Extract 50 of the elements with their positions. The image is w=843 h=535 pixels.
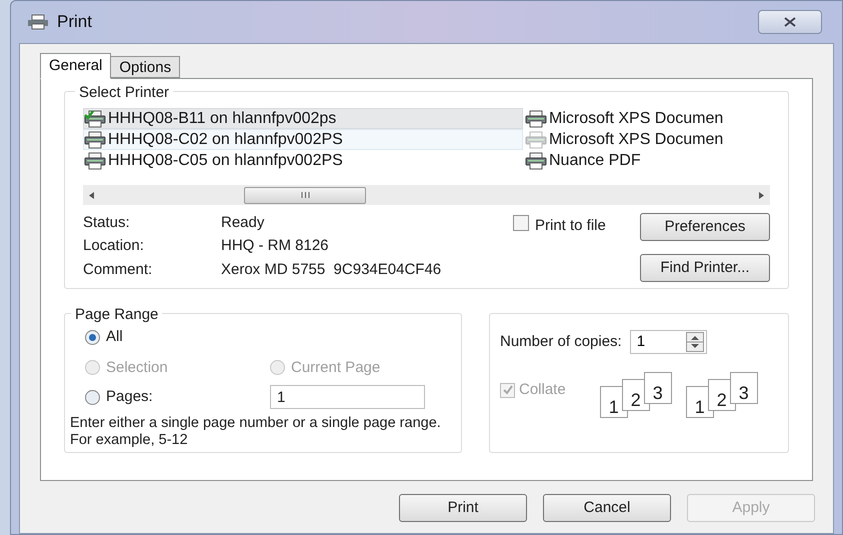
scroll-right-icon: [759, 192, 764, 198]
dialog-button[interactable]: Cancel: [543, 494, 671, 522]
printer-item[interactable]: Nuance PDF: [524, 150, 732, 171]
default-printer-icon: [84, 110, 106, 128]
close-button[interactable]: [758, 10, 822, 34]
horizontal-scrollbar[interactable]: [83, 185, 770, 205]
printer-icon: [525, 110, 547, 128]
dialog-button[interactable]: Print: [399, 494, 527, 522]
info-value: HHQ - RM 8126: [221, 236, 330, 256]
pages-field[interactable]: 1: [270, 385, 425, 409]
printer-icon: [27, 14, 49, 30]
radio-button[interactable]: [85, 390, 100, 404]
radio-button[interactable]: [85, 330, 100, 345]
printer-item[interactable]: HHHQ08-B11 on hlannfpv002ps: [83, 108, 523, 129]
scroll-thumb[interactable]: [244, 186, 366, 204]
page-number: 3: [738, 383, 749, 403]
page-number: 2: [630, 390, 641, 410]
info-label: Status:: [83, 213, 131, 233]
close-icon: [784, 17, 796, 27]
page-range-hint: Enter either a single page number or a single page range. For example, 5-12: [70, 415, 442, 449]
info-value: Xerox MD 5755 9C934E04CF46: [221, 260, 442, 280]
grip-icon: [300, 192, 310, 198]
page-number: 1: [608, 397, 619, 417]
printer-item[interactable]: Microsoft XPS Documen: [524, 129, 732, 150]
page-number: 3: [652, 383, 663, 403]
printer-item[interactable]: HHHQ08-C02 on hlannfpv002PS: [83, 129, 523, 150]
printer-item[interactable]: HHHQ08-C05 on hlannfpv002PS: [83, 150, 523, 171]
tab[interactable]: Options: [111, 56, 180, 78]
scroll-left-icon: [89, 192, 94, 198]
tab[interactable]: General: [40, 53, 112, 79]
check-icon: [502, 385, 512, 395]
printer-icon: [84, 130, 106, 148]
copies-spinner[interactable]: 1: [630, 330, 707, 354]
print-to-file-checkbox[interactable]: Print to file: [513, 215, 606, 235]
copies-label: Number of copies:: [500, 332, 622, 352]
spin-arrows-icon: [686, 332, 704, 352]
info-value: Ready: [221, 213, 266, 233]
radio-option[interactable]: Pages:: [85, 386, 270, 408]
printer-icon: [525, 130, 547, 148]
printer-icon: [84, 152, 106, 170]
window-title: Print: [57, 11, 92, 34]
page-number: 1: [694, 397, 705, 417]
printer-item[interactable]: Microsoft XPS Documen: [524, 108, 732, 129]
dialog-button[interactable]: Preferences: [640, 213, 770, 241]
dialog-button[interactable]: Find Printer...: [640, 254, 770, 282]
info-label: Comment:: [83, 260, 154, 280]
printer-icon: [525, 152, 547, 170]
radio-option[interactable]: All: [85, 326, 441, 348]
page-number: 2: [716, 390, 727, 410]
info-label: Location:: [83, 236, 145, 256]
